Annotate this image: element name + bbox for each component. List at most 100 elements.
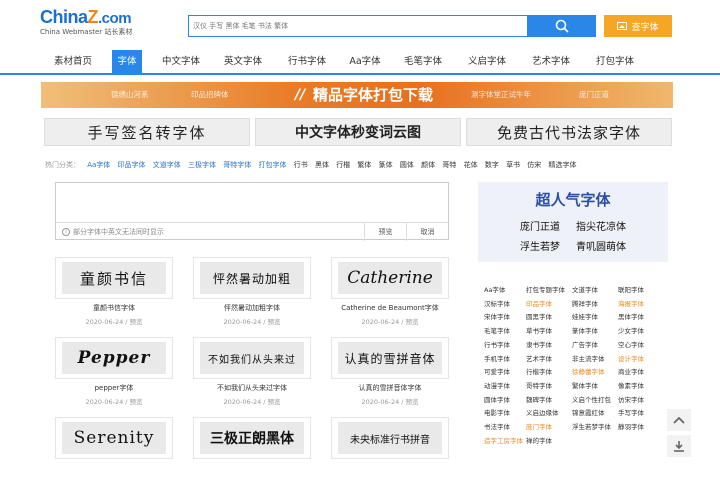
font-tag-link[interactable]: 书法字体 xyxy=(484,421,510,435)
nav-item-aa-fonts[interactable]: Aa字体 xyxy=(342,50,388,73)
font-tag-link[interactable]: 宋体字体 xyxy=(484,311,510,325)
hot-link[interactable]: 繁体 xyxy=(357,160,371,170)
font-card[interactable]: 童颜书信 童颜书信字体 2020-06-24 / 预览 xyxy=(55,257,173,332)
promo-banner[interactable]: 锦绣山河系 印品招牌体 // 精品字体打包下载 测字体堂正试牛年 庞门正道 xyxy=(41,82,673,108)
find-font-button[interactable]: 查字体 xyxy=(604,15,672,37)
font-tag-link[interactable]: 篆体字体 xyxy=(572,325,598,339)
font-tag-link[interactable]: 毛笔字体 xyxy=(484,325,510,339)
cancel-button[interactable]: 取消 xyxy=(406,223,448,241)
font-card[interactable]: 怦然暑动加粗 怦然暑动加粗字体 2020-06-24 / 预览 xyxy=(193,257,311,332)
preview-link[interactable]: 预览 xyxy=(268,398,281,406)
font-card[interactable]: Catherine Catherine de Beaumont字体 2020-0… xyxy=(331,257,449,332)
font-tag-link[interactable]: 广告字体 xyxy=(572,339,598,353)
font-preview-image[interactable]: 未央标准行书拼音 xyxy=(331,417,449,459)
font-preview-image[interactable]: 认真的雪拼音体 xyxy=(331,337,449,379)
font-tag-link[interactable]: 草书字体 xyxy=(526,325,552,339)
font-tag-link[interactable]: 电影字体 xyxy=(484,407,510,421)
font-name[interactable]: pepper字体 xyxy=(35,383,193,393)
font-tag-link[interactable]: Aa字体 xyxy=(484,284,505,298)
font-tag-link[interactable]: 商业字体 xyxy=(618,366,644,380)
hot-link[interactable]: 草书 xyxy=(506,160,520,170)
font-tag-link[interactable]: 哥特字体 xyxy=(526,380,552,394)
font-preview-image[interactable]: 不如我们从头来过 xyxy=(193,337,311,379)
promo-font-link[interactable]: 庞门正道 xyxy=(520,222,560,233)
nav-item-english-fonts[interactable]: 英文字体 xyxy=(214,50,272,73)
font-tag-link[interactable]: 汉标字体 xyxy=(484,298,510,312)
site-logo[interactable]: ChinaZ.com China Webmaster 站长素材 xyxy=(40,8,140,38)
font-tag-link[interactable]: 娃娃字体 xyxy=(572,311,598,325)
font-name[interactable]: Catherine de Beaumont字体 xyxy=(311,303,469,313)
font-tag-link[interactable]: 设计字体 xyxy=(618,353,644,367)
font-tag-link[interactable]: 禅的字体 xyxy=(526,435,552,449)
hot-link[interactable]: 哥特 xyxy=(442,160,456,170)
hot-link[interactable]: 仿宋 xyxy=(527,160,541,170)
font-tag-link[interactable]: 庞门字体 xyxy=(526,421,552,435)
font-preview-image[interactable]: Serenity xyxy=(55,417,173,459)
promo-font-link[interactable]: 浮生若梦 xyxy=(520,242,560,253)
nav-item-xingshu-fonts[interactable]: 行书字体 xyxy=(278,50,336,73)
nav-item-home[interactable]: 素材首页 xyxy=(42,50,104,73)
font-name[interactable]: 不如我们从头来过字体 xyxy=(173,383,331,393)
font-preview-image[interactable]: 怦然暑动加粗 xyxy=(193,257,311,299)
font-card[interactable]: 三极正朗黑体 xyxy=(193,417,311,492)
preview-link[interactable]: 预览 xyxy=(406,398,419,406)
font-tag-link[interactable]: 手写字体 xyxy=(618,407,644,421)
font-tag-link[interactable]: 艺术字体 xyxy=(526,353,552,367)
font-tag-link[interactable]: 可爱字体 xyxy=(484,366,510,380)
nav-item-yiqi-fonts[interactable]: 义启字体 xyxy=(458,50,516,73)
font-tag-link[interactable]: 动漫字体 xyxy=(484,380,510,394)
font-card[interactable]: 认真的雪拼音体 认真的雪拼音体字体 2020-06-24 / 预览 xyxy=(331,337,449,412)
tile-wordcloud[interactable]: 中文字体秒变词云图 xyxy=(255,118,461,146)
nav-item-fonts[interactable]: 字体 xyxy=(112,50,142,73)
font-card[interactable]: Serenity xyxy=(55,417,173,492)
font-preview-image[interactable]: 三极正朗黑体 xyxy=(193,417,311,459)
font-tag-link[interactable]: 空心字体 xyxy=(618,339,644,353)
font-tag-link[interactable]: 仿宋字体 xyxy=(618,394,644,408)
hot-link[interactable]: 行楷 xyxy=(336,160,350,170)
preview-text-input[interactable] xyxy=(56,183,448,219)
font-tag-link[interactable]: 造字工房字体 xyxy=(484,435,523,449)
font-tag-link[interactable]: 徐静蕾字体 xyxy=(572,366,605,380)
hot-link[interactable]: 印品字体 xyxy=(118,160,146,170)
hot-link[interactable]: 篆体 xyxy=(379,160,393,170)
font-name[interactable]: 童颜书信字体 xyxy=(35,303,193,313)
font-tag-link[interactable]: 非主流字体 xyxy=(572,353,605,367)
hot-link[interactable]: 哥特字体 xyxy=(223,160,251,170)
font-tag-link[interactable]: 打包专题字体 xyxy=(526,284,565,298)
font-tag-link[interactable]: 黑体字体 xyxy=(618,311,644,325)
hot-link[interactable]: Aa字体 xyxy=(87,160,110,170)
font-tag-link[interactable]: 义启边缘体 xyxy=(526,407,559,421)
font-tag-link[interactable]: 义启个性打包 xyxy=(572,394,611,408)
font-tag-link[interactable]: 像素字体 xyxy=(618,380,644,394)
font-preview-image[interactable]: Pepper xyxy=(55,337,173,379)
font-tag-link[interactable]: 海报字体 xyxy=(618,298,644,312)
font-card[interactable]: 不如我们从头来过 不如我们从头来过字体 2020-06-24 / 预览 xyxy=(193,337,311,412)
preview-button[interactable]: 预览 xyxy=(364,223,406,241)
hot-link[interactable]: 圆体 xyxy=(400,160,414,170)
search-input[interactable] xyxy=(189,16,527,36)
font-tag-link[interactable]: 静羽字体 xyxy=(618,421,644,435)
hot-link[interactable]: 行书 xyxy=(294,160,308,170)
preview-link[interactable]: 预览 xyxy=(130,398,143,406)
download-button[interactable] xyxy=(667,435,691,457)
hot-link[interactable]: 花体 xyxy=(464,160,478,170)
nav-item-brush-fonts[interactable]: 毛笔字体 xyxy=(394,50,452,73)
font-tag-link[interactable]: 手机字体 xyxy=(484,353,510,367)
promo-font-link[interactable]: 青叽圆萌体 xyxy=(576,242,626,253)
font-card[interactable]: Pepper pepper字体 2020-06-24 / 预览 xyxy=(55,337,173,412)
hot-link[interactable]: 打包字体 xyxy=(258,160,286,170)
popular-fonts-promo[interactable]: 超人气字体 庞门正道 指尖花凉体 浮生若梦 青叽圆萌体 xyxy=(478,182,668,262)
preview-link[interactable]: 预览 xyxy=(268,318,281,326)
font-tag-link[interactable]: 联阳字体 xyxy=(618,284,644,298)
font-tag-link[interactable]: 文道字体 xyxy=(572,284,598,298)
font-tag-link[interactable]: 腾祥字体 xyxy=(572,298,598,312)
font-tag-link[interactable]: 印品字体 xyxy=(526,298,552,312)
font-tag-link[interactable]: 魏碑字体 xyxy=(526,394,552,408)
promo-font-link[interactable]: 指尖花凉体 xyxy=(576,222,626,233)
tile-calligraphy-fonts[interactable]: 免费古代书法家字体 xyxy=(466,118,672,146)
hot-link[interactable]: 文道字体 xyxy=(153,160,181,170)
font-card[interactable]: 未央标准行书拼音 xyxy=(331,417,449,492)
font-tag-link[interactable]: 隶书字体 xyxy=(526,339,552,353)
hot-link[interactable]: 三极字体 xyxy=(188,160,216,170)
nav-item-chinese-fonts[interactable]: 中文字体 xyxy=(152,50,210,73)
